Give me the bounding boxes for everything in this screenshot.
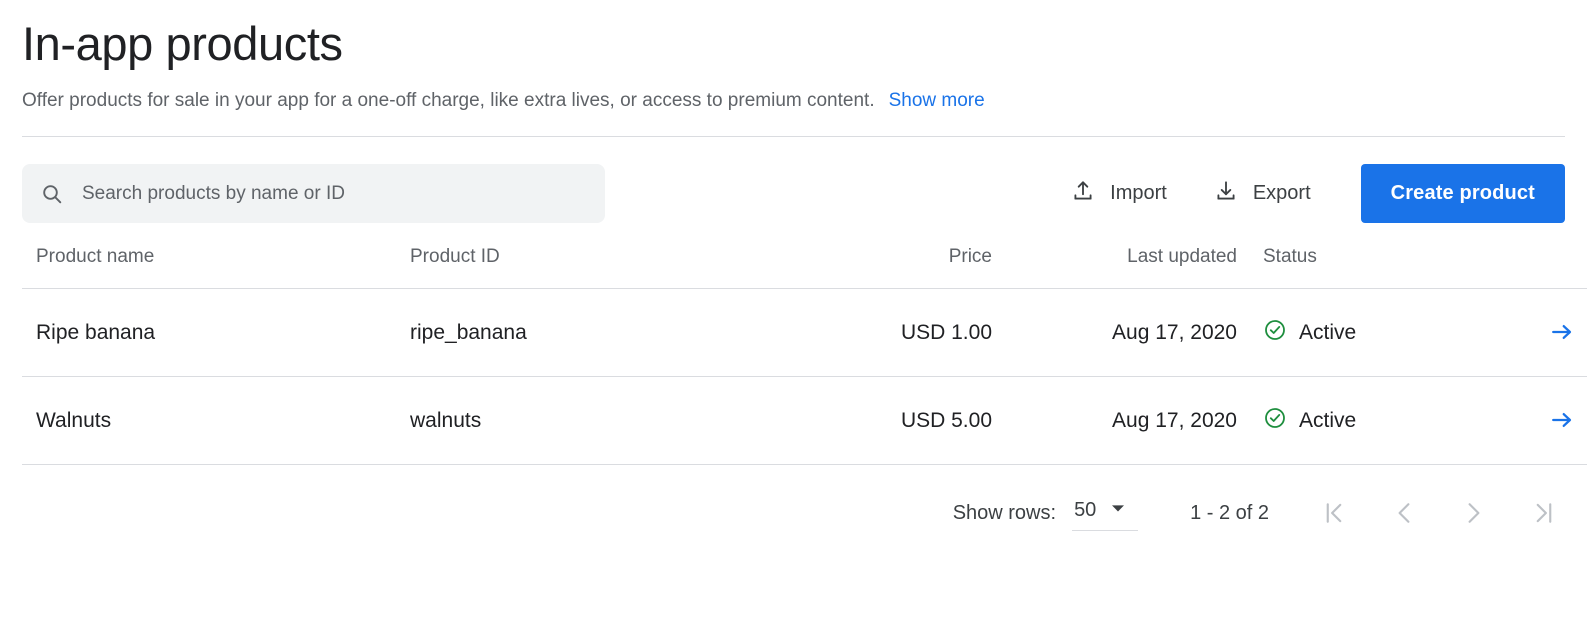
products-table: Product name Product ID Price Last updat… — [22, 246, 1587, 465]
chevron-down-icon — [1110, 500, 1126, 521]
table-row[interactable]: Ripe banana ripe_banana USD 1.00 Aug 17,… — [22, 288, 1587, 377]
in-app-products-page: In-app products Offer products for sale … — [0, 0, 1587, 626]
cell-product-id: walnuts — [404, 376, 770, 465]
show-rows-label: Show rows: — [952, 501, 1057, 524]
pagination-range-label: 1 - 2 of 2 — [1190, 501, 1269, 524]
check-circle-icon — [1263, 406, 1287, 436]
rows-per-page-value: 50 — [1074, 499, 1097, 521]
pagination-controls — [1313, 494, 1565, 532]
cell-product-id: ripe_banana — [404, 288, 770, 377]
toolbar: Import Export Create product — [22, 163, 1565, 224]
column-header-product-name: Product name — [22, 246, 404, 289]
first-page-button[interactable] — [1313, 494, 1355, 532]
first-page-icon — [1326, 503, 1342, 523]
cell-row-action — [1513, 288, 1587, 377]
next-page-button[interactable] — [1453, 494, 1495, 532]
cell-last-updated: Aug 17, 2020 — [992, 376, 1237, 465]
table-header-row: Product name Product ID Price Last updat… — [22, 246, 1587, 289]
search-icon — [40, 182, 64, 206]
arrow-right-icon — [1552, 412, 1572, 427]
page-description-text: Offer products for sale in your app for … — [22, 90, 875, 111]
export-button[interactable]: Export — [1203, 170, 1321, 218]
previous-page-button[interactable] — [1383, 494, 1425, 532]
cell-price: USD 5.00 — [770, 376, 992, 465]
page-title: In-app products — [22, 17, 343, 70]
show-more-link[interactable]: Show more — [889, 88, 985, 114]
chevron-left-icon — [1398, 503, 1410, 523]
search-input[interactable] — [80, 163, 593, 224]
row-open-arrow-button[interactable] — [1544, 314, 1580, 350]
import-button[interactable]: Import — [1060, 170, 1177, 218]
cell-status: Active — [1237, 376, 1513, 465]
toolbar-actions: Import Export Create product — [1060, 164, 1565, 223]
table-header: Product name Product ID Price Last updat… — [22, 246, 1587, 289]
table-row[interactable]: Walnuts walnuts USD 5.00 Aug 17, 2020 Ac… — [22, 376, 1587, 465]
status-label: Active — [1299, 408, 1357, 432]
status-badge: Active — [1263, 406, 1513, 436]
upload-icon — [1070, 178, 1096, 210]
last-page-icon — [1536, 503, 1552, 523]
column-header-last-updated: Last updated — [992, 246, 1237, 289]
create-product-button[interactable]: Create product — [1360, 164, 1565, 223]
status-badge: Active — [1263, 318, 1513, 348]
header-divider — [22, 136, 1565, 137]
column-header-status: Status — [1237, 246, 1513, 289]
page-description: Offer products for sale in your app for … — [22, 88, 1565, 114]
cell-last-updated: Aug 17, 2020 — [992, 288, 1237, 377]
chevron-right-icon — [1468, 503, 1480, 523]
column-header-product-id: Product ID — [404, 246, 770, 289]
pagination-bar: Show rows: 50 1 - 2 of 2 — [22, 487, 1565, 539]
last-page-button[interactable] — [1523, 494, 1565, 532]
search-box[interactable] — [22, 163, 605, 224]
import-button-label: Import — [1110, 182, 1167, 204]
table-body: Ripe banana ripe_banana USD 1.00 Aug 17,… — [22, 288, 1587, 465]
column-header-price: Price — [770, 246, 992, 289]
cell-product-name: Ripe banana — [22, 288, 404, 377]
arrow-right-icon — [1552, 324, 1572, 339]
cell-row-action — [1513, 376, 1587, 465]
download-icon — [1213, 178, 1239, 210]
column-header-action — [1513, 246, 1587, 289]
export-button-label: Export — [1252, 182, 1311, 204]
row-open-arrow-button[interactable] — [1544, 402, 1580, 438]
status-label: Active — [1299, 320, 1357, 344]
check-circle-icon — [1263, 318, 1287, 348]
rows-per-page-select[interactable]: 50 — [1072, 495, 1139, 531]
cell-price: USD 1.00 — [770, 288, 992, 377]
cell-status: Active — [1237, 288, 1513, 377]
cell-product-name: Walnuts — [22, 376, 404, 465]
